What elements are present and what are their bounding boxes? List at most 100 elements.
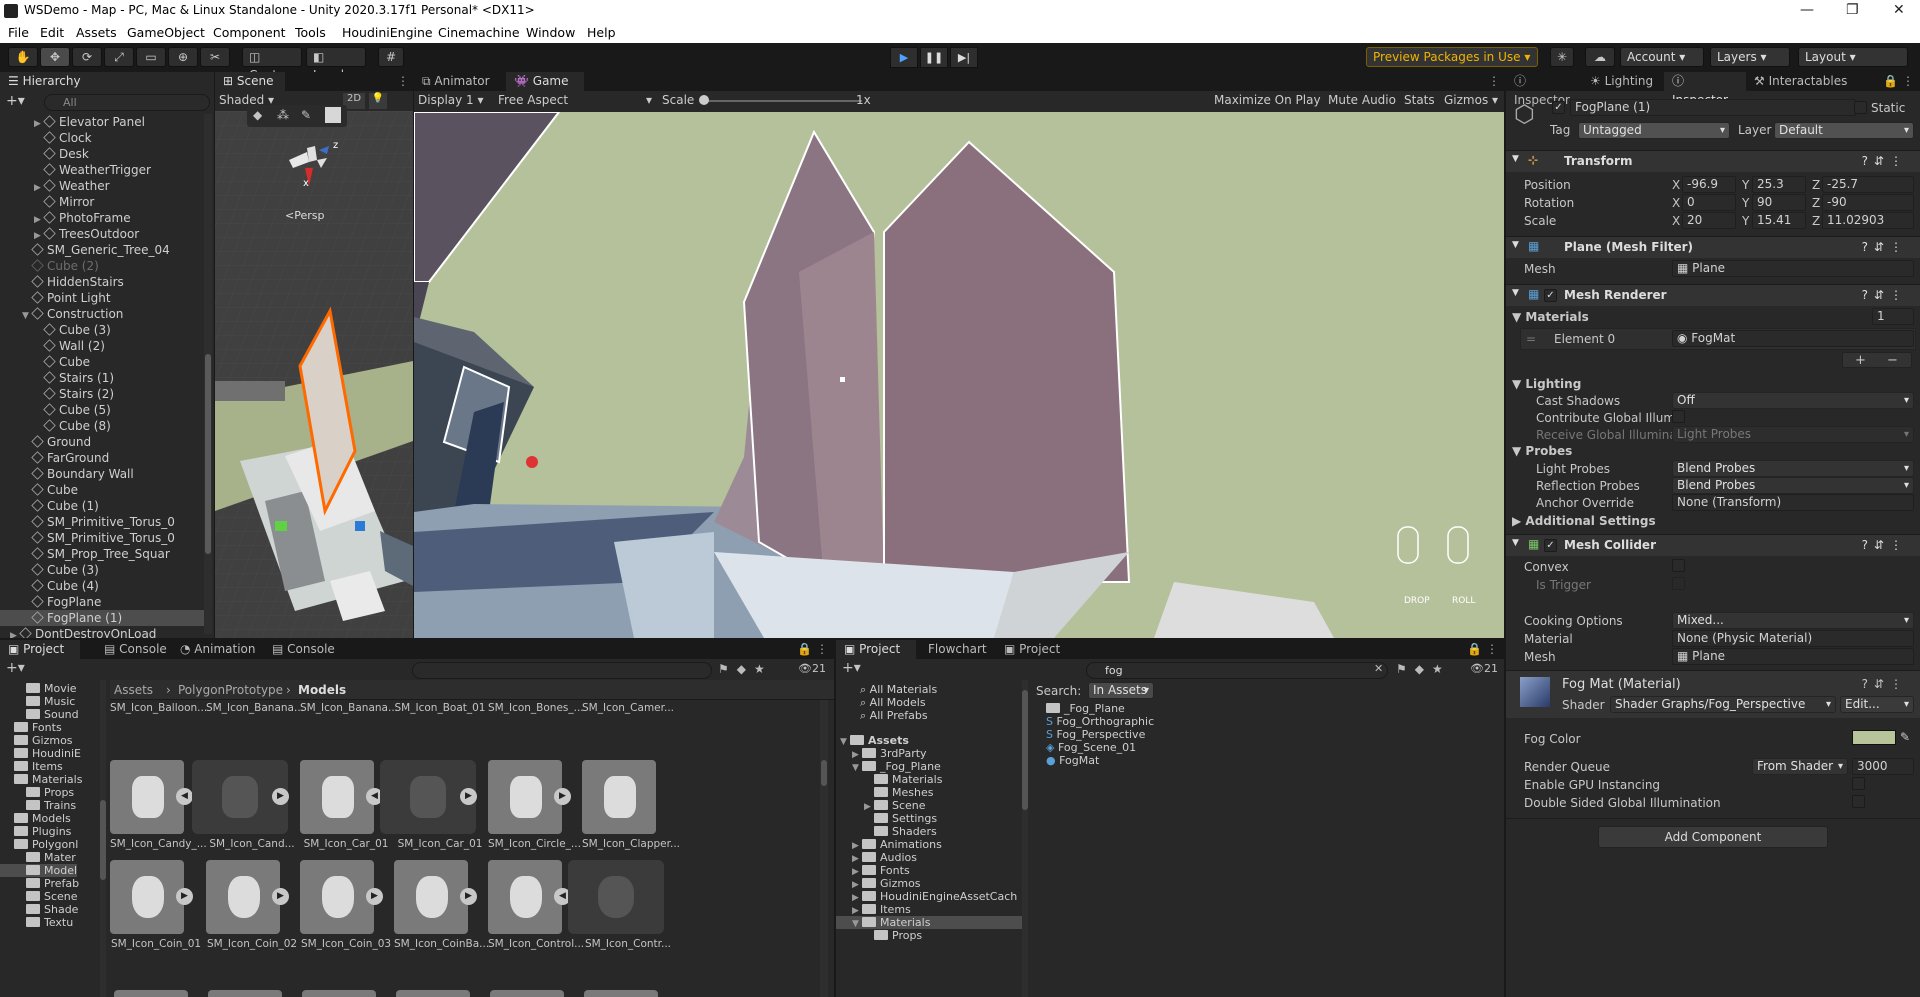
asset-label[interactable]: SM_Icon_Banana... bbox=[206, 702, 304, 714]
mesh-collider-header[interactable]: ▼ ▦ ✓ Mesh Collider ?⇵⋮ bbox=[1506, 534, 1920, 556]
folder-tree-item[interactable]: Textu bbox=[0, 916, 73, 929]
active-checkbox[interactable]: ✓ bbox=[1552, 101, 1565, 114]
tab-project-2[interactable]: ▣ Project bbox=[996, 640, 1076, 659]
folder-tree-item[interactable]: ▼ _Fog_Plane bbox=[836, 760, 1022, 773]
cooking-options-dropdown[interactable]: Mixed... bbox=[1672, 612, 1914, 629]
folder-tree-item[interactable]: ▶ Audios bbox=[836, 851, 1022, 864]
collab-icon[interactable]: ✳ bbox=[1550, 47, 1574, 67]
asset-thumbnail[interactable] bbox=[396, 990, 470, 997]
more-icon[interactable]: ⋮ bbox=[1486, 642, 1498, 656]
search-scope-dropdown[interactable]: In Assets bbox=[1088, 682, 1154, 699]
menu-component[interactable]: Component bbox=[213, 25, 286, 40]
folder-tree-item[interactable]: Prefab bbox=[0, 877, 79, 890]
preview-packages-dropdown[interactable]: Preview Packages in Use ▾ bbox=[1366, 47, 1538, 67]
hierarchy-item[interactable]: ▶ TreesOutdoor bbox=[0, 226, 205, 242]
asset-label[interactable]: SM_Icon_Camer... bbox=[582, 702, 674, 714]
contribute-gi-checkbox[interactable] bbox=[1672, 410, 1685, 423]
folder-tree-item[interactable]: Materials bbox=[0, 773, 82, 786]
folder-tree-item[interactable]: ▶ Fonts bbox=[836, 864, 1022, 877]
asset-label[interactable]: SM_Icon_Balloon... bbox=[110, 702, 207, 714]
menu-file[interactable]: File bbox=[8, 25, 29, 40]
asset-label[interactable]: SM_Icon_Control... bbox=[488, 938, 584, 950]
asset-label[interactable]: SM_Icon_Candy_... bbox=[110, 838, 207, 850]
expand-prefab-icon[interactable]: ▶ bbox=[176, 888, 193, 905]
folder-tree-item[interactable]: Polygonl bbox=[0, 838, 78, 851]
position-z[interactable]: -25.7 bbox=[1822, 176, 1914, 193]
menu-window[interactable]: Window bbox=[526, 25, 575, 40]
render-queue-dropdown[interactable]: From Shader bbox=[1752, 758, 1848, 775]
folder-tree-item[interactable]: Plugins bbox=[0, 825, 71, 838]
filter-icons[interactable]: ⚑◆★ bbox=[718, 662, 773, 676]
mesh-filter-header[interactable]: ▼ ▦ Plane (Mesh Filter) ?⇵⋮ bbox=[1506, 236, 1920, 258]
maximize-icon[interactable]: ❐ bbox=[1846, 2, 1859, 18]
asset-label[interactable]: SM_Icon_Banana... bbox=[300, 702, 398, 714]
tab-game[interactable]: 👾 Game bbox=[506, 72, 584, 91]
asset-label[interactable]: SM_Icon_Cand... bbox=[206, 838, 298, 850]
folder-tree-item[interactable]: Shaders bbox=[836, 825, 1022, 838]
lighting-foldout[interactable]: ▼ Lighting bbox=[1512, 377, 1581, 391]
clear-search-icon[interactable]: ✕ bbox=[1374, 662, 1383, 675]
expand-prefab-icon[interactable]: ▶ bbox=[460, 888, 477, 905]
hierarchy-item[interactable]: SM_Prop_Tree_Squar bbox=[0, 546, 205, 562]
asset-thumbnail[interactable] bbox=[488, 760, 562, 834]
tab-inspector-1[interactable]: ⓘ Inspector bbox=[1506, 72, 1582, 107]
folder-tree-item[interactable]: HoudiniE bbox=[0, 747, 81, 760]
hierarchy-item[interactable]: Cube bbox=[0, 354, 205, 370]
maximize-on-play-toggle[interactable]: Maximize On Play bbox=[1214, 93, 1321, 107]
scale-z[interactable]: 11.02903 bbox=[1822, 212, 1914, 229]
folder-tree-item[interactable]: ▼ Materials bbox=[836, 916, 1022, 929]
add-icon[interactable]: +▾ bbox=[842, 660, 861, 676]
shader-edit-button[interactable]: Edit... bbox=[1840, 696, 1914, 713]
asset-thumbnail[interactable] bbox=[300, 860, 374, 934]
materials-foldout[interactable]: ▼ Materials bbox=[1512, 310, 1589, 324]
is-trigger-checkbox[interactable] bbox=[1672, 577, 1685, 590]
folder-tree-item[interactable]: ▼ Assets bbox=[836, 734, 1022, 747]
hierarchy-item[interactable]: Stairs (2) bbox=[0, 386, 205, 402]
expand-prefab-icon[interactable]: ▶ bbox=[272, 788, 289, 805]
scale-y[interactable]: 15.41 bbox=[1752, 212, 1806, 229]
additional-settings-foldout[interactable]: ▶ Additional Settings bbox=[1512, 514, 1656, 528]
menu-tools[interactable]: Tools bbox=[295, 25, 326, 40]
tab-animation[interactable]: ◔ Animation bbox=[172, 640, 276, 659]
hierarchy-item[interactable]: WeatherTrigger bbox=[0, 162, 205, 178]
asset-label[interactable]: SM_Icon_Circle_... bbox=[488, 838, 581, 850]
asset-thumbnail[interactable] bbox=[114, 990, 188, 997]
menu-help[interactable]: Help bbox=[587, 25, 616, 40]
cast-shadows-dropdown[interactable]: Off bbox=[1672, 392, 1914, 409]
hierarchy-item[interactable]: Cube (5) bbox=[0, 402, 205, 418]
convex-checkbox[interactable] bbox=[1672, 559, 1685, 572]
hierarchy-item[interactable]: Cube bbox=[0, 482, 205, 498]
rotate-tool-icon[interactable]: ⟳ bbox=[72, 47, 102, 67]
hierarchy-item[interactable]: Stairs (1) bbox=[0, 370, 205, 386]
asset-thumbnail[interactable] bbox=[110, 860, 184, 934]
transform-tool-icon[interactable]: ⊕ bbox=[168, 47, 198, 67]
asset-thumbnail[interactable] bbox=[488, 860, 562, 934]
more-icon[interactable]: ⋮ bbox=[397, 74, 409, 88]
folder-tree-item[interactable]: Settings bbox=[836, 812, 1022, 825]
hierarchy-item[interactable]: Desk bbox=[0, 146, 205, 162]
expand-prefab-icon[interactable]: ▶ bbox=[366, 888, 383, 905]
custom-tool-icon[interactable]: ✂ bbox=[200, 47, 230, 67]
asset-label[interactable]: SM_Icon_Boat_01 bbox=[394, 702, 486, 714]
folder-tree-item[interactable]: ▶ HoudiniEngineAssetCach bbox=[836, 890, 1022, 903]
lock-icon[interactable]: 🔒 bbox=[1467, 642, 1482, 656]
rect-tool-icon[interactable]: ▭ bbox=[136, 47, 166, 67]
hierarchy-item[interactable]: Ground bbox=[0, 434, 205, 450]
breadcrumb-models[interactable]: Models bbox=[298, 683, 346, 697]
hierarchy-item[interactable]: SM_Generic_Tree_04 bbox=[0, 242, 205, 258]
asset-label[interactable]: SM_Icon_Coin_03 bbox=[300, 938, 392, 950]
filter-icons[interactable]: ⚑◆★ bbox=[1396, 662, 1451, 676]
scale-slider-handle[interactable] bbox=[699, 95, 709, 105]
component-menu-icons[interactable]: ?⇵⋮ bbox=[1862, 154, 1908, 168]
pivot-local-button[interactable]: ◧ Local bbox=[306, 47, 366, 82]
hierarchy-item[interactable]: Cube (3) bbox=[0, 322, 205, 338]
hierarchy-scrollbar[interactable] bbox=[204, 114, 212, 634]
add-component-button[interactable]: Add Component bbox=[1598, 826, 1828, 848]
tab-scene[interactable]: ⊞ Scene bbox=[215, 72, 285, 91]
persp-label[interactable]: <Persp bbox=[285, 209, 324, 222]
object-name-field[interactable]: FogPlane (1) bbox=[1570, 99, 1856, 116]
menu-gameobject[interactable]: GameObject bbox=[127, 25, 205, 40]
lock-icon[interactable]: 🔒 bbox=[797, 642, 812, 656]
folder-tree-item[interactable]: Meshes bbox=[836, 786, 1022, 799]
mute-audio-toggle[interactable]: Mute Audio bbox=[1328, 93, 1396, 107]
